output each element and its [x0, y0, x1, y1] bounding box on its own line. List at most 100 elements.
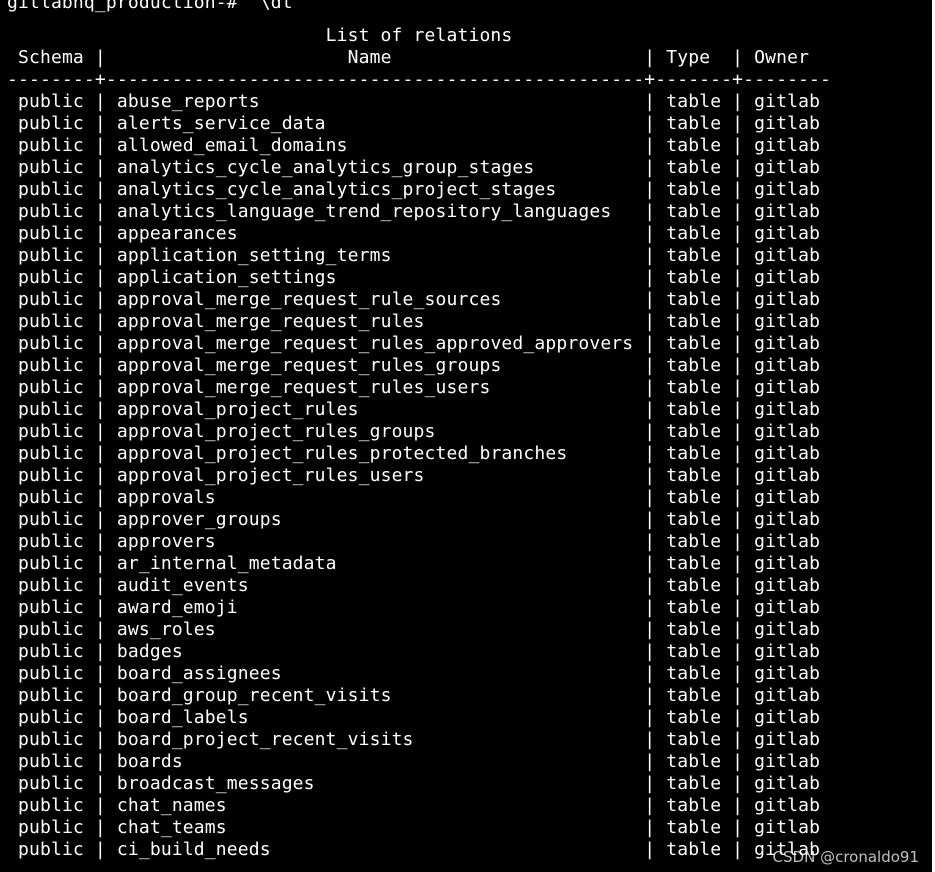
- cell-name: approval_merge_request_rule_sources: [116, 289, 634, 310]
- cell-type: table: [666, 443, 722, 464]
- cell-owner: gitlab: [754, 179, 821, 200]
- cell-owner: gitlab: [754, 531, 821, 552]
- cell-name: analytics_language_trend_repository_lang…: [116, 201, 634, 222]
- cell-name: alerts_service_data: [116, 113, 634, 134]
- cell-name: appearances: [116, 223, 634, 244]
- cell-owner: gitlab: [754, 157, 821, 178]
- cell-owner: gitlab: [754, 91, 821, 112]
- cell-name: board_project_recent_visits: [116, 729, 634, 750]
- cell-owner: gitlab: [754, 553, 821, 574]
- table-row: public | approval_merge_request_rules_us…: [18, 377, 821, 398]
- cell-owner: gitlab: [754, 597, 821, 618]
- cell-type: table: [666, 751, 722, 772]
- cell-type: table: [666, 641, 722, 662]
- cell-owner: gitlab: [754, 267, 821, 288]
- cell-owner: gitlab: [754, 729, 821, 750]
- table-row: public | board_group_recent_visits | tab…: [18, 685, 821, 706]
- cell-type: table: [666, 839, 722, 860]
- cell-type: table: [666, 465, 722, 486]
- command-text: \dt: [259, 0, 293, 13]
- cell-name: board_labels: [116, 707, 634, 728]
- cell-name: ci_build_needs: [116, 839, 634, 860]
- table-row: public | approval_merge_request_rules_gr…: [18, 355, 821, 376]
- table-row: public | approval_merge_request_rule_sou…: [18, 289, 821, 310]
- cell-schema: public: [18, 289, 84, 310]
- cell-type: table: [666, 575, 722, 596]
- cell-schema: public: [18, 223, 84, 244]
- terminal-window[interactable]: gitlabhq_production-# \dt List of relati…: [0, 0, 935, 872]
- cell-owner: gitlab: [754, 421, 821, 442]
- cell-type: table: [666, 157, 722, 178]
- cell-type: table: [666, 509, 722, 530]
- table-row: public | analytics_language_trend_reposi…: [18, 201, 821, 222]
- cell-name: analytics_cycle_analytics_group_stages: [116, 157, 634, 178]
- cell-name: application_settings: [116, 267, 634, 288]
- column-header-type: Type: [666, 47, 722, 68]
- cell-owner: gitlab: [754, 465, 821, 486]
- column-header-name: Name: [116, 47, 634, 68]
- cell-type: table: [666, 663, 722, 684]
- table-row: public | application_settings | table | …: [18, 267, 821, 288]
- cell-schema: public: [18, 641, 84, 662]
- cell-schema: public: [18, 157, 84, 178]
- cell-schema: public: [18, 245, 84, 266]
- cell-type: table: [666, 245, 722, 266]
- table-row: public | abuse_reports | table | gitlab: [18, 91, 821, 112]
- cell-name: approval_project_rules_users: [116, 465, 634, 486]
- cell-owner: gitlab: [754, 399, 821, 420]
- table-row: public | award_emoji | table | gitlab: [18, 597, 821, 618]
- cell-owner: gitlab: [754, 817, 821, 838]
- relations-title: List of relations: [7, 25, 513, 47]
- cell-owner: gitlab: [754, 443, 821, 464]
- cell-owner: gitlab: [754, 509, 821, 530]
- table-row: public | approver_groups | table | gitla…: [18, 509, 821, 530]
- column-header-schema: Schema: [18, 47, 84, 68]
- cell-schema: public: [18, 267, 84, 288]
- cell-name: badges: [116, 641, 634, 662]
- cell-type: table: [666, 91, 722, 112]
- cell-schema: public: [18, 619, 84, 640]
- cell-type: table: [666, 619, 722, 640]
- cell-owner: gitlab: [754, 773, 821, 794]
- cell-type: table: [666, 685, 722, 706]
- cell-schema: public: [18, 817, 84, 838]
- cell-owner: gitlab: [754, 619, 821, 640]
- cell-owner: gitlab: [754, 751, 821, 772]
- cell-name: chat_names: [116, 795, 634, 816]
- table-row: public | analytics_cycle_analytics_group…: [18, 157, 821, 178]
- cell-schema: public: [18, 597, 84, 618]
- table-row: public | allowed_email_domains | table |…: [18, 135, 821, 156]
- column-header-owner: Owner: [754, 47, 821, 68]
- cell-schema: public: [18, 663, 84, 684]
- relations-title-text: List of relations: [325, 25, 513, 46]
- table-row: public | approval_merge_request_rules_ap…: [18, 333, 821, 354]
- command-prompt-line: gitlabhq_production-# \dt: [7, 0, 293, 14]
- cell-type: table: [666, 179, 722, 200]
- cell-type: table: [666, 421, 722, 442]
- table-row: public | appearances | table | gitlab: [18, 223, 821, 244]
- cell-owner: gitlab: [754, 377, 821, 398]
- cell-name: allowed_email_domains: [116, 135, 634, 156]
- cell-name: abuse_reports: [116, 91, 634, 112]
- table-row: public | aws_roles | table | gitlab: [18, 619, 821, 640]
- table-row: public | boards | table | gitlab: [18, 751, 821, 772]
- cell-schema: public: [18, 421, 84, 442]
- cell-type: table: [666, 355, 722, 376]
- cell-schema: public: [18, 135, 84, 156]
- table-row: public | approvals | table | gitlab: [18, 487, 821, 508]
- cell-schema: public: [18, 509, 84, 530]
- cell-type: table: [666, 729, 722, 750]
- cell-type: table: [666, 487, 722, 508]
- table-row: public | broadcast_messages | table | gi…: [18, 773, 821, 794]
- prompt: gitlabhq_production-#: [7, 0, 238, 13]
- cell-owner: gitlab: [754, 663, 821, 684]
- table-row: public | board_assignees | table | gitla…: [18, 663, 821, 684]
- cell-owner: gitlab: [754, 685, 821, 706]
- cell-name: boards: [116, 751, 634, 772]
- cell-schema: public: [18, 685, 84, 706]
- cell-schema: public: [18, 399, 84, 420]
- cell-type: table: [666, 333, 722, 354]
- cell-schema: public: [18, 179, 84, 200]
- cell-name: approval_merge_request_rules_users: [116, 377, 634, 398]
- cell-schema: public: [18, 795, 84, 816]
